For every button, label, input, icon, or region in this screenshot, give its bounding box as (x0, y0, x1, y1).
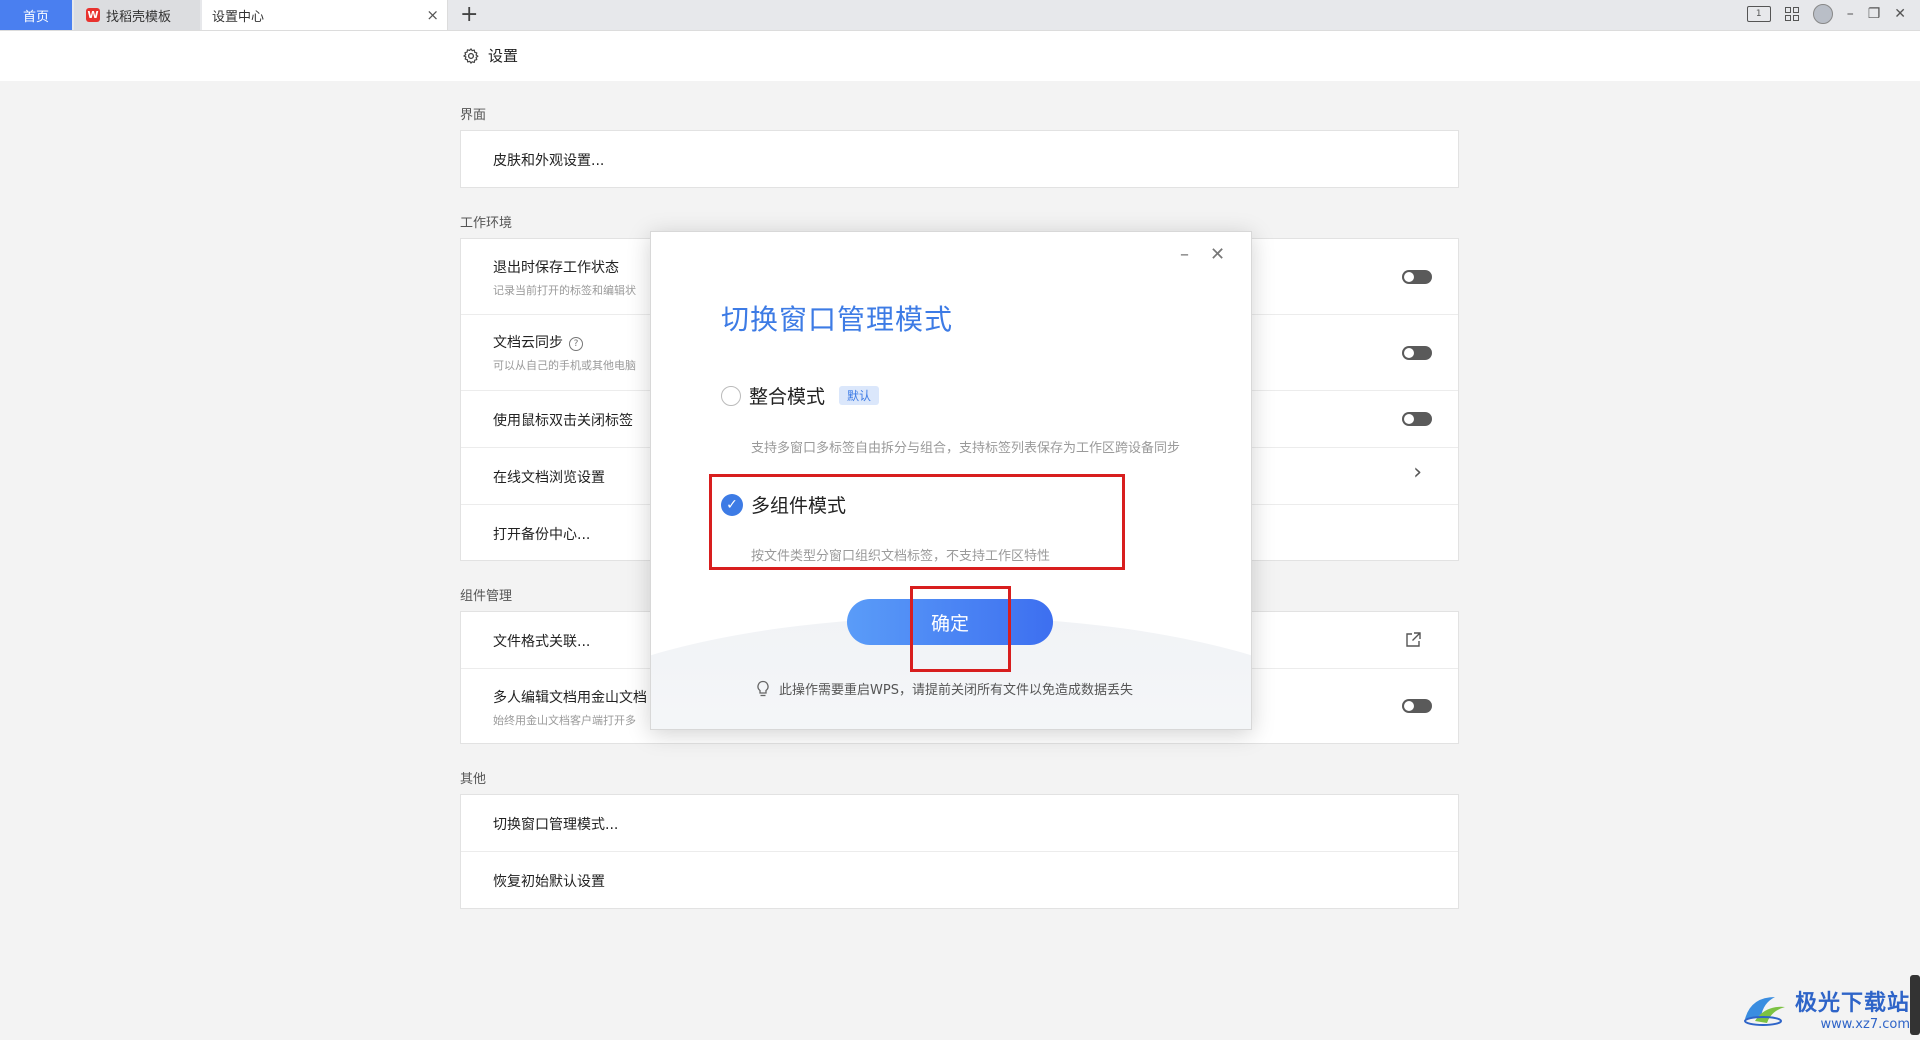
option-label: 整合模式 (749, 386, 826, 408)
lightbulb-icon (757, 680, 769, 696)
help-icon[interactable]: ? (569, 337, 583, 351)
restart-tip: 此操作需要重启WPS，请提前关闭所有文件以免造成数据丢失 (755, 679, 1133, 698)
multi-edit-toggle[interactable] (1402, 699, 1432, 713)
section-workspace-title: 工作环境 (460, 216, 513, 231)
panel-other: 切换窗口管理模式... 恢复初始默认设置 (460, 794, 1459, 909)
default-badge: 默认 (839, 386, 880, 405)
setting-row-restore-defaults[interactable]: 恢复初始默认设置 (461, 852, 1458, 909)
option-multi-component-mode[interactable]: ✓ 多组件模式 (721, 491, 846, 518)
window-controls: 1 – ❐ ✕ (1746, 4, 1906, 24)
tab-settings[interactable]: 设置中心 × (202, 0, 448, 30)
option-description: 支持多窗口多标签自由拆分与组合，支持标签列表保存为工作区跨设备同步 (751, 441, 1181, 456)
tab-template-label: 找稻壳模板 (106, 9, 172, 25)
setting-row-skin[interactable]: 皮肤和外观设置... (461, 131, 1458, 187)
watermark-url: www.xz7.com (1820, 1017, 1910, 1032)
dialog-close-icon[interactable]: ✕ (1210, 244, 1225, 265)
new-tab-button[interactable]: + (460, 2, 478, 27)
setting-label: 打开备份中心... (493, 527, 591, 543)
chevron-right-icon[interactable]: › (1413, 460, 1422, 485)
cloud-sync-toggle[interactable] (1402, 346, 1432, 360)
dialog-title: 切换窗口管理模式 (721, 303, 954, 336)
dialog-minimize-icon[interactable]: – (1180, 244, 1189, 265)
setting-description: 记录当前打开的标签和编辑状 (493, 284, 636, 297)
confirm-button[interactable]: 确定 (847, 599, 1053, 645)
setting-label: 退出时保存工作状态 (493, 260, 619, 276)
tab-home[interactable]: 首页 (0, 0, 72, 30)
watermark-name: 极光下载站 (1794, 991, 1910, 1016)
setting-description: 始终用金山文档客户端打开多 (493, 714, 636, 727)
gear-icon (463, 47, 479, 64)
avatar-icon[interactable] (1812, 4, 1833, 24)
settings-header: 设置 (0, 31, 1920, 81)
section-other-title: 其他 (460, 772, 487, 787)
close-window-icon[interactable]: ✕ (1894, 6, 1906, 22)
save-on-exit-toggle[interactable] (1402, 270, 1432, 284)
option-description: 按文件类型分窗口组织文档标签，不支持工作区特性 (751, 549, 1051, 564)
switch-mode-dialog: – ✕ 切换窗口管理模式 整合模式 默认 支持多窗口多标签自由拆分与组合，支持标… (650, 231, 1252, 730)
option-integrated-mode[interactable]: 整合模式 默认 (721, 382, 880, 409)
radio-unchecked[interactable] (721, 385, 741, 406)
tab-template[interactable]: W 找稻壳模板 (74, 0, 200, 30)
setting-label: 多人编辑文档用金山文档 (493, 690, 647, 706)
aurora-logo-icon (1743, 996, 1785, 1026)
setting-row-switch-mode[interactable]: 切换窗口管理模式... (461, 795, 1458, 852)
tab-close-icon[interactable]: × (426, 6, 439, 24)
setting-label: 在线文档浏览设置 (493, 470, 605, 486)
setting-label: 文件格式关联... (493, 634, 591, 650)
option-label: 多组件模式 (751, 495, 847, 517)
tab-bar: 首页 W 找稻壳模板 设置中心 × + 1 – ❐ ✕ (0, 0, 1920, 31)
setting-label: 恢复初始默认设置 (493, 874, 605, 890)
tab-home-label: 首页 (22, 9, 49, 25)
page-title-label: 设置 (488, 47, 519, 65)
section-components-title: 组件管理 (460, 589, 513, 604)
side-scroll-handle[interactable] (1910, 975, 1920, 1035)
external-link-icon[interactable] (1404, 631, 1422, 649)
page-title: 设置 (462, 45, 518, 66)
minimize-icon[interactable]: – (1847, 6, 1854, 22)
setting-label: 皮肤和外观设置... (493, 153, 605, 169)
cloud-sync-label: 文档云同步 (493, 335, 563, 351)
panel-interface: 皮肤和外观设置... (460, 130, 1459, 188)
section-interface-title: 界面 (460, 108, 487, 123)
restore-icon[interactable]: ❐ (1868, 6, 1881, 22)
watermark: 极光下载站 www.xz7.com (1741, 985, 1910, 1032)
tab-settings-label: 设置中心 (212, 9, 265, 25)
dblclick-close-toggle[interactable] (1402, 412, 1432, 426)
docer-logo-icon: W (86, 8, 100, 22)
layout-icon[interactable]: 1 (1746, 6, 1771, 22)
restart-tip-text: 此操作需要重启WPS，请提前关闭所有文件以免造成数据丢失 (779, 683, 1133, 698)
apps-grid-icon[interactable] (1784, 7, 1799, 21)
setting-label: 文档云同步? (493, 332, 583, 352)
setting-label: 使用鼠标双击关闭标签 (493, 413, 633, 429)
setting-label: 切换窗口管理模式... (493, 817, 619, 833)
check-circle-icon[interactable]: ✓ (721, 493, 743, 516)
setting-description: 可以从自己的手机或其他电脑 (493, 359, 636, 372)
